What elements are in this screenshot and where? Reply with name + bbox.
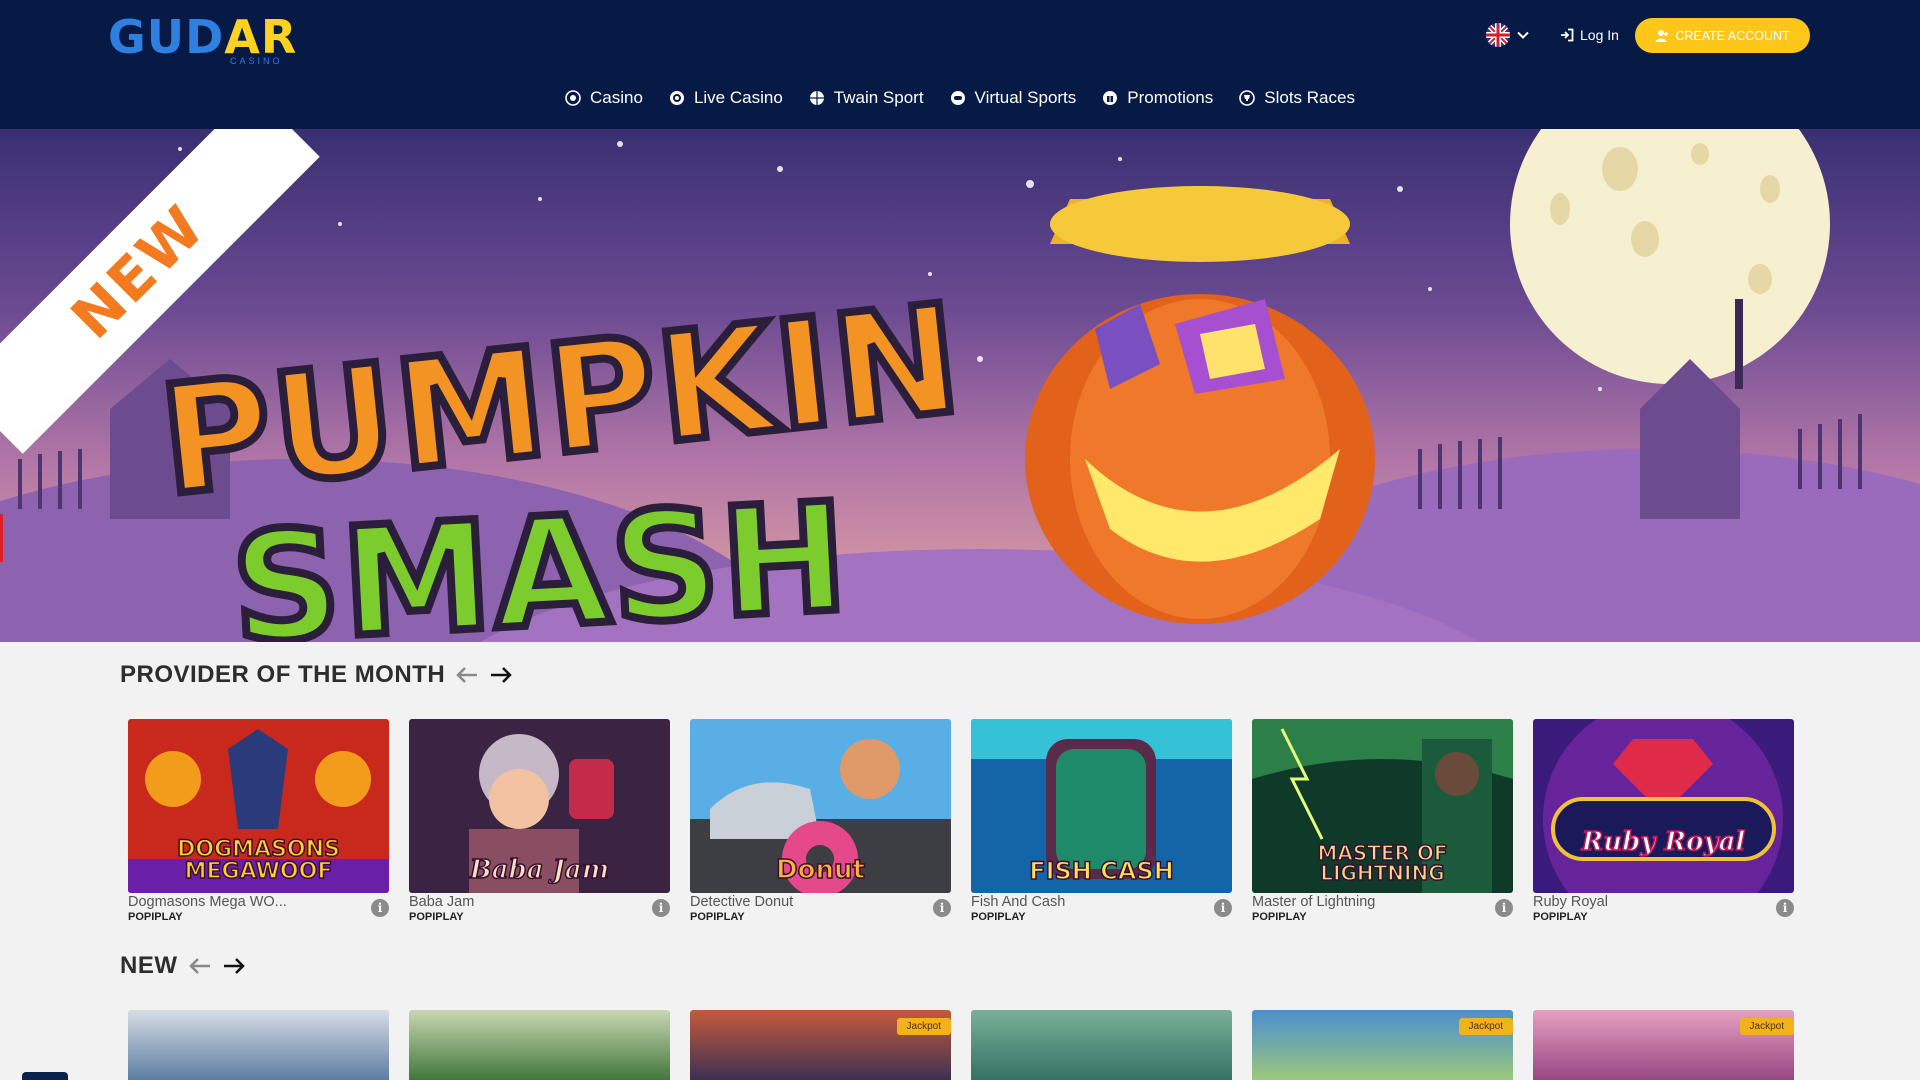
game-card[interactable] [971, 1010, 1232, 1080]
game-card[interactable]: DOGMASONS MEGAWOOF Dogmasons Mega WO... … [128, 719, 389, 925]
game-thumbnail[interactable]: DOGMASONS MEGAWOOF [128, 719, 389, 893]
game-provider: POPIPLAY [128, 911, 183, 923]
game-thumbnail[interactable] [971, 1010, 1232, 1080]
nav-item-twain-sport[interactable]: Twain Sport [803, 88, 930, 108]
game-thumbnail[interactable]: Baba Jam [409, 719, 670, 893]
game-card[interactable]: MASTER OF LIGHTNING Master of Lightning … [1252, 719, 1513, 925]
game-name: Ruby Royal [1533, 894, 1608, 910]
info-icon[interactable]: i [652, 899, 670, 917]
info-icon[interactable]: i [933, 899, 951, 917]
game-card[interactable]: Jackpot [1252, 1010, 1513, 1080]
casino-chip-icon [565, 90, 581, 106]
game-name: Baba Jam [409, 894, 475, 910]
game-thumbnail[interactable]: Jackpot [1252, 1010, 1513, 1080]
nav-label: Virtual Sports [974, 88, 1077, 107]
nav-item-virtual-sports[interactable]: Virtual Sports [944, 88, 1083, 108]
arrow-left-icon[interactable] [188, 956, 212, 976]
login-icon [1561, 28, 1574, 42]
nav-label: Twain Sport [833, 88, 924, 107]
game-art-label: Baba Jam [469, 855, 610, 885]
language-selector[interactable] [1486, 22, 1536, 48]
arrow-right-icon[interactable] [222, 956, 246, 976]
game-thumbnail[interactable]: Donut [690, 719, 951, 893]
info-icon[interactable]: i [1495, 899, 1513, 917]
jackpot-badge: Jackpot [896, 1018, 951, 1035]
jackpot-badge: Jackpot [1458, 1018, 1513, 1035]
nav-label: Slots Races [1264, 88, 1355, 107]
game-card[interactable] [128, 1010, 389, 1080]
main-navigation: Casino Live Casino Twain Sport Virtual S… [0, 76, 1920, 120]
game-art-label: Donut [775, 855, 865, 885]
game-thumbnail[interactable]: Ruby Royal [1533, 719, 1794, 893]
game-card[interactable]: Jackpot [1533, 1010, 1794, 1080]
login-label: Log In [1580, 27, 1619, 43]
jackpot-badge: Jackpot [1739, 1018, 1794, 1035]
nav-label: Promotions [1127, 88, 1214, 107]
support-chat-tab[interactable] [22, 1072, 68, 1080]
arrow-left-icon[interactable] [455, 665, 479, 685]
game-name: Detective Donut [690, 894, 794, 910]
logo-subtitle: CASINO [230, 56, 283, 66]
new-games-row: Jackpot Jackpot Jackpot [128, 1010, 1794, 1080]
hero-banner-pumpkin-smash[interactable]: PUMPKIN SMASH NEW [0, 129, 1920, 642]
uk-flag-icon [1486, 23, 1510, 47]
nav-item-casino[interactable]: Casino [559, 88, 649, 108]
slide-indicator[interactable] [0, 514, 3, 562]
live-casino-icon [669, 91, 684, 105]
provider-of-the-month-header: PROVIDER OF THE MONTH [120, 661, 513, 689]
gamepad-icon [950, 91, 965, 105]
gift-icon [1103, 91, 1118, 105]
game-art-label: Ruby Royal [1581, 827, 1746, 857]
game-art [1533, 719, 1794, 893]
game-card[interactable]: Baba Jam Baba Jam POPIPLAY i [409, 719, 670, 925]
create-account-button[interactable]: CREATE ACCOUNT [1635, 18, 1810, 53]
sport-ball-icon [809, 91, 824, 105]
nav-label: Live Casino [693, 88, 783, 107]
trophy-icon [1239, 90, 1256, 106]
nav-item-live-casino[interactable]: Live Casino [663, 88, 789, 108]
game-thumbnail[interactable]: MASTER OF LIGHTNING [1252, 719, 1513, 893]
gudar-casino-logo[interactable]: GUDAR CASINO [108, 6, 298, 70]
game-provider: POPIPLAY [1252, 911, 1307, 923]
game-thumbnail[interactable] [409, 1010, 670, 1080]
provider-games-row: DOGMASONS MEGAWOOF Dogmasons Mega WO... … [128, 719, 1794, 925]
nav-item-promotions[interactable]: Promotions [1096, 88, 1219, 108]
game-thumbnail[interactable] [128, 1010, 389, 1080]
info-icon[interactable]: i [371, 899, 389, 917]
game-thumbnail[interactable]: Jackpot [690, 1010, 951, 1080]
new-games-header: NEW [120, 952, 246, 980]
game-thumbnail[interactable]: Jackpot [1533, 1010, 1794, 1080]
section-title: NEW [120, 952, 178, 979]
info-icon[interactable]: i [1776, 899, 1794, 917]
game-name: Dogmasons Mega WO... [128, 894, 287, 910]
arrow-right-icon[interactable] [489, 665, 513, 685]
game-thumbnail[interactable]: FISH CASH [971, 719, 1232, 893]
top-header: GUDAR CASINO Log In CREATE ACCOUNT Casin… [0, 0, 1920, 129]
game-provider: POPIPLAY [971, 911, 1026, 923]
nav-item-slots-races[interactable]: Slots Races [1233, 88, 1361, 108]
section-title: PROVIDER OF THE MONTH [120, 661, 446, 688]
game-name: Fish And Cash [971, 894, 1066, 910]
game-name: Master of Lightning [1252, 894, 1376, 910]
game-provider: POPIPLAY [409, 911, 464, 923]
game-card[interactable] [409, 1010, 670, 1080]
create-account-label: CREATE ACCOUNT [1675, 28, 1790, 43]
game-art-label: DOGMASONS MEGAWOOF [176, 837, 340, 884]
game-card[interactable]: Jackpot [690, 1010, 951, 1080]
logo-part-1: GUD [108, 10, 225, 64]
login-button[interactable]: Log In [1560, 24, 1619, 46]
game-card[interactable]: Donut Detective Donut POPIPLAY i [690, 719, 951, 925]
add-user-icon [1655, 29, 1669, 42]
game-card[interactable]: Ruby Royal Ruby Royal POPIPLAY i [1533, 719, 1794, 925]
chevron-down-icon [1517, 31, 1529, 39]
game-provider: POPIPLAY [690, 911, 745, 923]
info-icon[interactable]: i [1214, 899, 1232, 917]
game-provider: POPIPLAY [1533, 911, 1588, 923]
game-art-label: MASTER OF LIGHTNING [1317, 841, 1449, 885]
nav-label: Casino [590, 88, 643, 107]
game-art-label: FISH CASH [1028, 857, 1174, 885]
game-card[interactable]: FISH CASH Fish And Cash POPIPLAY i [971, 719, 1232, 925]
